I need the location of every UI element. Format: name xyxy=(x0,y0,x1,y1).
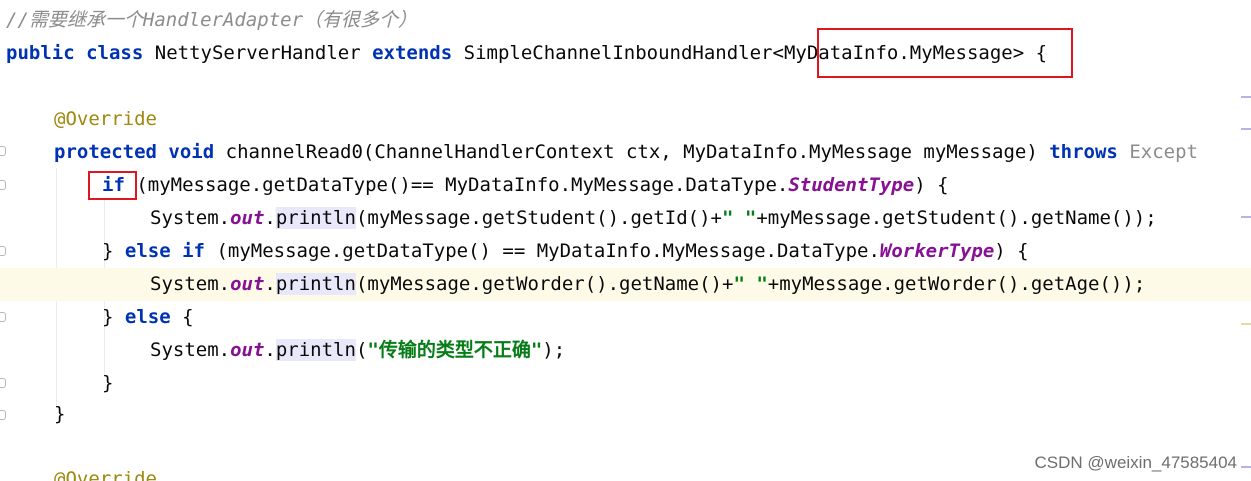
keyword-void: void xyxy=(168,141,215,163)
code-line-5[interactable]: protected void channelRead0(ChannelHandl… xyxy=(0,136,1251,169)
enum-student-type: StudentType xyxy=(788,174,915,196)
close-brace: } xyxy=(102,372,114,394)
println-args: (myMessage.getWorder().getName()+ xyxy=(355,273,734,295)
comment-text: //需要继承一个HandlerAdapter（有很多个） xyxy=(6,9,418,31)
string-literal: "传输的类型不正确" xyxy=(367,339,543,361)
exception-type: Except xyxy=(1117,141,1198,163)
println-args-rest: +myMessage.getWorder().getAge()); xyxy=(767,273,1146,295)
csdn-watermark: CSDN @weixin_47585404 xyxy=(1034,453,1237,472)
dot: . xyxy=(264,273,276,295)
code-line-9-current[interactable]: System.out.println(myMessage.getWorder()… xyxy=(0,268,1251,301)
if-open-brace: ) { xyxy=(914,174,949,196)
println-statement: System.out.println(myMessage.getStudent(… xyxy=(150,202,1157,235)
println-statement: System.out.println(myMessage.getWorder()… xyxy=(150,268,1145,301)
system-class: System. xyxy=(150,273,231,295)
fold-icon[interactable] xyxy=(0,246,6,256)
string-literal: " " xyxy=(721,207,757,229)
parent-class: SimpleChannelInboundHandler< xyxy=(463,42,784,64)
override-annotation: @Override xyxy=(54,468,157,481)
keyword-extends: extends xyxy=(372,42,453,64)
code-line-6[interactable]: if (myMessage.getDataType()== MyDataInfo… xyxy=(0,169,1251,202)
dot: . xyxy=(264,339,276,361)
code-line-4[interactable]: @Override xyxy=(0,103,1251,136)
else-open-brace: { xyxy=(170,306,194,328)
keyword-else: else xyxy=(124,240,171,262)
string-literal: " " xyxy=(733,273,768,295)
scrollbar-marker[interactable] xyxy=(1241,216,1251,218)
close-paren: ); xyxy=(542,339,566,361)
fold-icon[interactable] xyxy=(0,378,6,388)
println-args-rest: +myMessage.getStudent().getName()); xyxy=(756,207,1157,229)
fold-icon[interactable] xyxy=(0,180,6,190)
out-field: out xyxy=(230,339,265,361)
else-statement: } else { xyxy=(102,301,194,334)
close-brace: } xyxy=(54,403,66,425)
keyword-throws: throws xyxy=(1049,141,1118,163)
method-signature: protected void channelRead0(ChannelHandl… xyxy=(54,136,1198,169)
highlight-box-generic-type xyxy=(817,28,1073,78)
method-declaration: channelRead0(ChannelHandlerContext ctx, … xyxy=(225,141,1050,163)
fold-icon[interactable] xyxy=(0,312,6,322)
scrollbar-marker[interactable] xyxy=(1241,128,1251,130)
keyword-protected: protected xyxy=(54,141,157,163)
if-condition: (myMessage.getDataType()== MyDataInfo.My… xyxy=(124,174,789,196)
highlight-box-if-keyword xyxy=(88,171,137,200)
close-brace: } xyxy=(102,240,125,262)
out-field: out xyxy=(230,207,265,229)
enum-worker-type: WorkerType xyxy=(879,240,995,262)
else-if-open-brace: ) { xyxy=(994,240,1029,262)
scrollbar-marker[interactable] xyxy=(1241,323,1251,325)
keyword-class: class xyxy=(86,42,144,64)
scrollbar-marker[interactable] xyxy=(1241,96,1251,98)
system-class: System. xyxy=(150,339,231,361)
override-annotation: @Override xyxy=(54,108,157,130)
code-line-7[interactable]: System.out.println(myMessage.getStudent(… xyxy=(0,202,1251,235)
if-statement: if (myMessage.getDataType()== MyDataInfo… xyxy=(102,169,949,202)
scrollbar-marker[interactable] xyxy=(1241,466,1251,468)
keyword-else: else xyxy=(124,306,171,328)
dot: . xyxy=(264,207,276,229)
open-paren: ( xyxy=(355,339,368,361)
keyword-if: if xyxy=(182,240,205,262)
code-line-8[interactable]: } else if (myMessage.getDataType() == My… xyxy=(0,235,1251,268)
println-method: println xyxy=(275,339,356,361)
else-if-condition: (myMessage.getDataType() == MyDataInfo.M… xyxy=(205,240,880,262)
fold-icon[interactable] xyxy=(0,146,6,156)
code-line-12[interactable]: } xyxy=(0,367,1251,400)
out-field: out xyxy=(230,273,265,295)
fold-icon[interactable] xyxy=(0,410,6,420)
system-class: System. xyxy=(150,207,231,229)
code-line-13[interactable]: } xyxy=(0,398,1251,431)
else-if-statement: } else if (myMessage.getDataType() == My… xyxy=(102,235,1029,268)
code-line-11[interactable]: System.out.println("传输的类型不正确"); xyxy=(0,334,1251,367)
close-brace: } xyxy=(102,306,125,328)
println-method: println xyxy=(275,273,356,295)
class-name: NettyServerHandler xyxy=(154,42,361,64)
println-args: (myMessage.getStudent().getId()+ xyxy=(355,207,722,229)
println-method: println xyxy=(275,207,356,229)
println-statement: System.out.println("传输的类型不正确"); xyxy=(150,334,565,367)
keyword-public: public xyxy=(6,42,75,64)
code-line-10[interactable]: } else { xyxy=(0,301,1251,334)
code-editor[interactable]: //需要继承一个HandlerAdapter（有很多个） public clas… xyxy=(0,0,1251,481)
